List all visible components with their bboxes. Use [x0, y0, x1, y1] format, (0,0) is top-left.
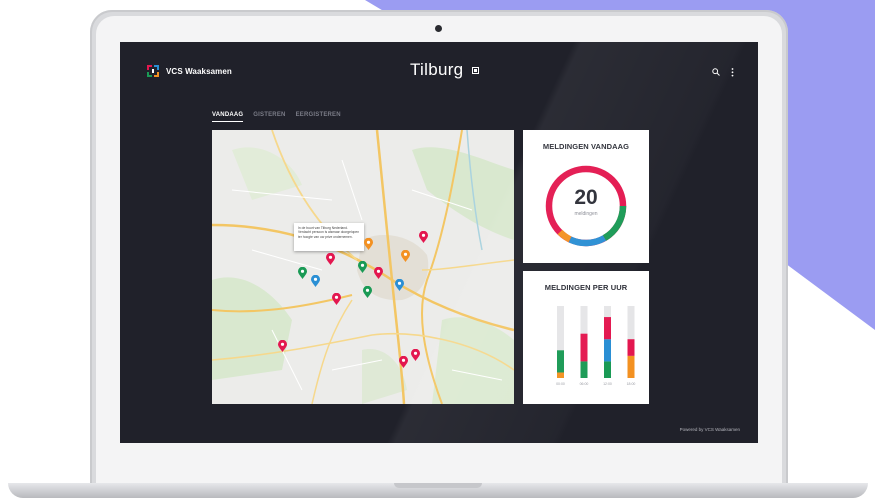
- day-tabs: VANDAAG GISTEREN EERGISTEREN: [212, 112, 341, 122]
- camera-icon: [435, 25, 442, 32]
- powered-by-footer: Powered by VCS Waaksamen: [679, 427, 740, 432]
- meldingen-per-uur-chart: 00:00 06:00 12:00 18:00: [556, 306, 636, 386]
- map-pin-orange[interactable]: [364, 238, 373, 250]
- meldingen-vandaag-card[interactable]: MELDINGEN VANDAAG 20 meldingen: [523, 130, 649, 263]
- bar-segment: [604, 361, 611, 378]
- more-menu-icon[interactable]: [731, 68, 734, 77]
- map-pin-green[interactable]: [363, 286, 372, 298]
- bar-segment: [580, 333, 588, 362]
- x-tick-label: 06:00: [580, 382, 589, 386]
- laptop-base: [8, 483, 868, 498]
- x-tick-label: 12:00: [603, 382, 612, 386]
- meldingen-count-label: meldingen: [574, 211, 598, 217]
- laptop-notch: [394, 483, 482, 488]
- city-title: Tilburg: [410, 60, 464, 79]
- map-pin-orange[interactable]: [401, 250, 410, 262]
- city-select-icon[interactable]: [472, 67, 479, 74]
- map-pin-red[interactable]: [411, 349, 420, 361]
- map-pin-blue[interactable]: [311, 275, 320, 287]
- bar-segment: [557, 350, 564, 373]
- map-pin-red[interactable]: [419, 231, 428, 243]
- tab-eergisteren[interactable]: EERGISTEREN: [296, 112, 341, 122]
- map-pin-red[interactable]: [278, 340, 287, 352]
- x-tick-label: 00:00: [556, 382, 565, 386]
- incident-map[interactable]: In de buurt van Tilburg Nederland. Verda…: [212, 130, 514, 404]
- brand-logo[interactable]: VCS Waaksamen: [146, 64, 232, 78]
- map-pin-green[interactable]: [358, 261, 367, 273]
- map-pin-blue[interactable]: [395, 279, 404, 291]
- bar-segment: [604, 339, 611, 362]
- bar-segment: [604, 317, 611, 340]
- map-tooltip: In de buurt van Tilburg Nederland. Verda…: [294, 223, 364, 251]
- search-icon[interactable]: [712, 68, 720, 76]
- bar-segment: [580, 361, 588, 378]
- tab-vandaag[interactable]: VANDAAG: [212, 112, 244, 122]
- app-screen: VCS Waaksamen Tilburg VANDAAG GISTEREN E…: [120, 42, 758, 443]
- map-pin-red[interactable]: [374, 267, 383, 279]
- brand-logo-icon: [147, 65, 159, 77]
- bar-segment: [627, 339, 635, 356]
- bar-segment: [557, 372, 564, 378]
- map-pin-red[interactable]: [332, 293, 341, 305]
- meldingen-per-uur-card[interactable]: MELDINGEN PER UUR 00:00 06:00 12:00 18:00: [523, 271, 649, 404]
- map-pin-red[interactable]: [326, 253, 335, 265]
- brand-name: VCS Waaksamen: [166, 66, 232, 76]
- meldingen-count: 20: [574, 186, 598, 209]
- map-pin-red[interactable]: [399, 356, 408, 368]
- bar-segment: [627, 355, 635, 378]
- map-pin-green[interactable]: [298, 267, 307, 279]
- tab-gisteren[interactable]: GISTEREN: [253, 112, 285, 122]
- x-tick-label: 18:00: [627, 382, 636, 386]
